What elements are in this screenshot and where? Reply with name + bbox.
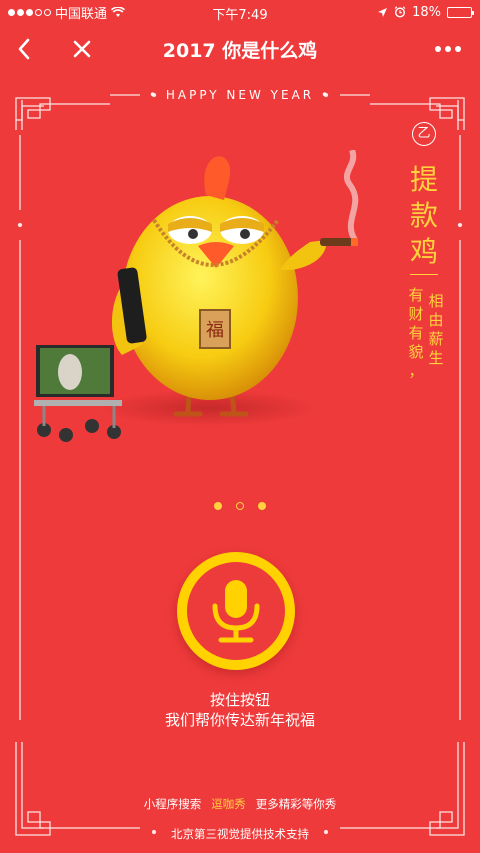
- footer-prefix: 小程序搜索: [143, 797, 202, 811]
- footer-credit: 北京第三视觉提供技术支持: [171, 827, 309, 841]
- record-button-inner[interactable]: [187, 562, 285, 660]
- carousel-indicator: [0, 502, 480, 510]
- microphone-icon: [212, 580, 260, 643]
- happy-new-year-text: HAPPY NEW YEAR: [165, 88, 315, 102]
- footer-suffix: 更多精彩等你秀: [255, 797, 337, 811]
- chicken-illustration: 福: [30, 148, 390, 460]
- carousel-dot[interactable]: [214, 502, 222, 510]
- banner-dot-left: •: [148, 88, 166, 102]
- carousel-dot[interactable]: [236, 502, 244, 510]
- character-name-char: 款: [409, 199, 438, 232]
- tagline-char: 生: [428, 349, 444, 367]
- footer-promo: 小程序搜索 逗咖秀 更多精彩等你秀: [0, 796, 480, 812]
- character-name-char: 提: [409, 163, 438, 196]
- character-name-char: 鸡: [409, 235, 438, 268]
- tagline-char: 有: [408, 324, 424, 342]
- carousel-dot[interactable]: [258, 502, 266, 510]
- tagline-char: 有: [408, 286, 424, 304]
- tagline-char: 由: [428, 311, 444, 329]
- hint-line-2: 我们帮你传达新年祝福: [164, 711, 315, 729]
- footer-app-link[interactable]: 逗咖秀: [211, 797, 246, 811]
- tv-cart-icon: [34, 345, 122, 442]
- side-divider: [410, 274, 438, 275]
- record-voice-button[interactable]: [177, 552, 295, 670]
- pendant-glyph: 福: [206, 320, 224, 341]
- tagline-char: ，: [408, 362, 424, 380]
- happy-new-year-banner: • HAPPY NEW YEAR •: [0, 88, 480, 102]
- character-name-vertical: 提 款 鸡: [408, 162, 440, 270]
- hint-line-1: 按住按钮: [209, 691, 270, 709]
- tagline-char: 相: [428, 292, 444, 310]
- banner-dot-right: •: [314, 88, 332, 102]
- tagline-column-1: 有 财 有 貌 ，: [408, 286, 424, 381]
- record-hint: 按住按钮 我们帮你传达新年祝福: [0, 690, 480, 730]
- tagline-char: 薪: [428, 330, 444, 348]
- tagline-char: 财: [408, 305, 424, 323]
- seal-badge-icon: 乙: [412, 122, 436, 146]
- tagline-char: 貌: [408, 343, 424, 361]
- tagline-column-2: 相 由 薪 生: [428, 286, 444, 368]
- chicken-artwork: 福: [34, 148, 359, 442]
